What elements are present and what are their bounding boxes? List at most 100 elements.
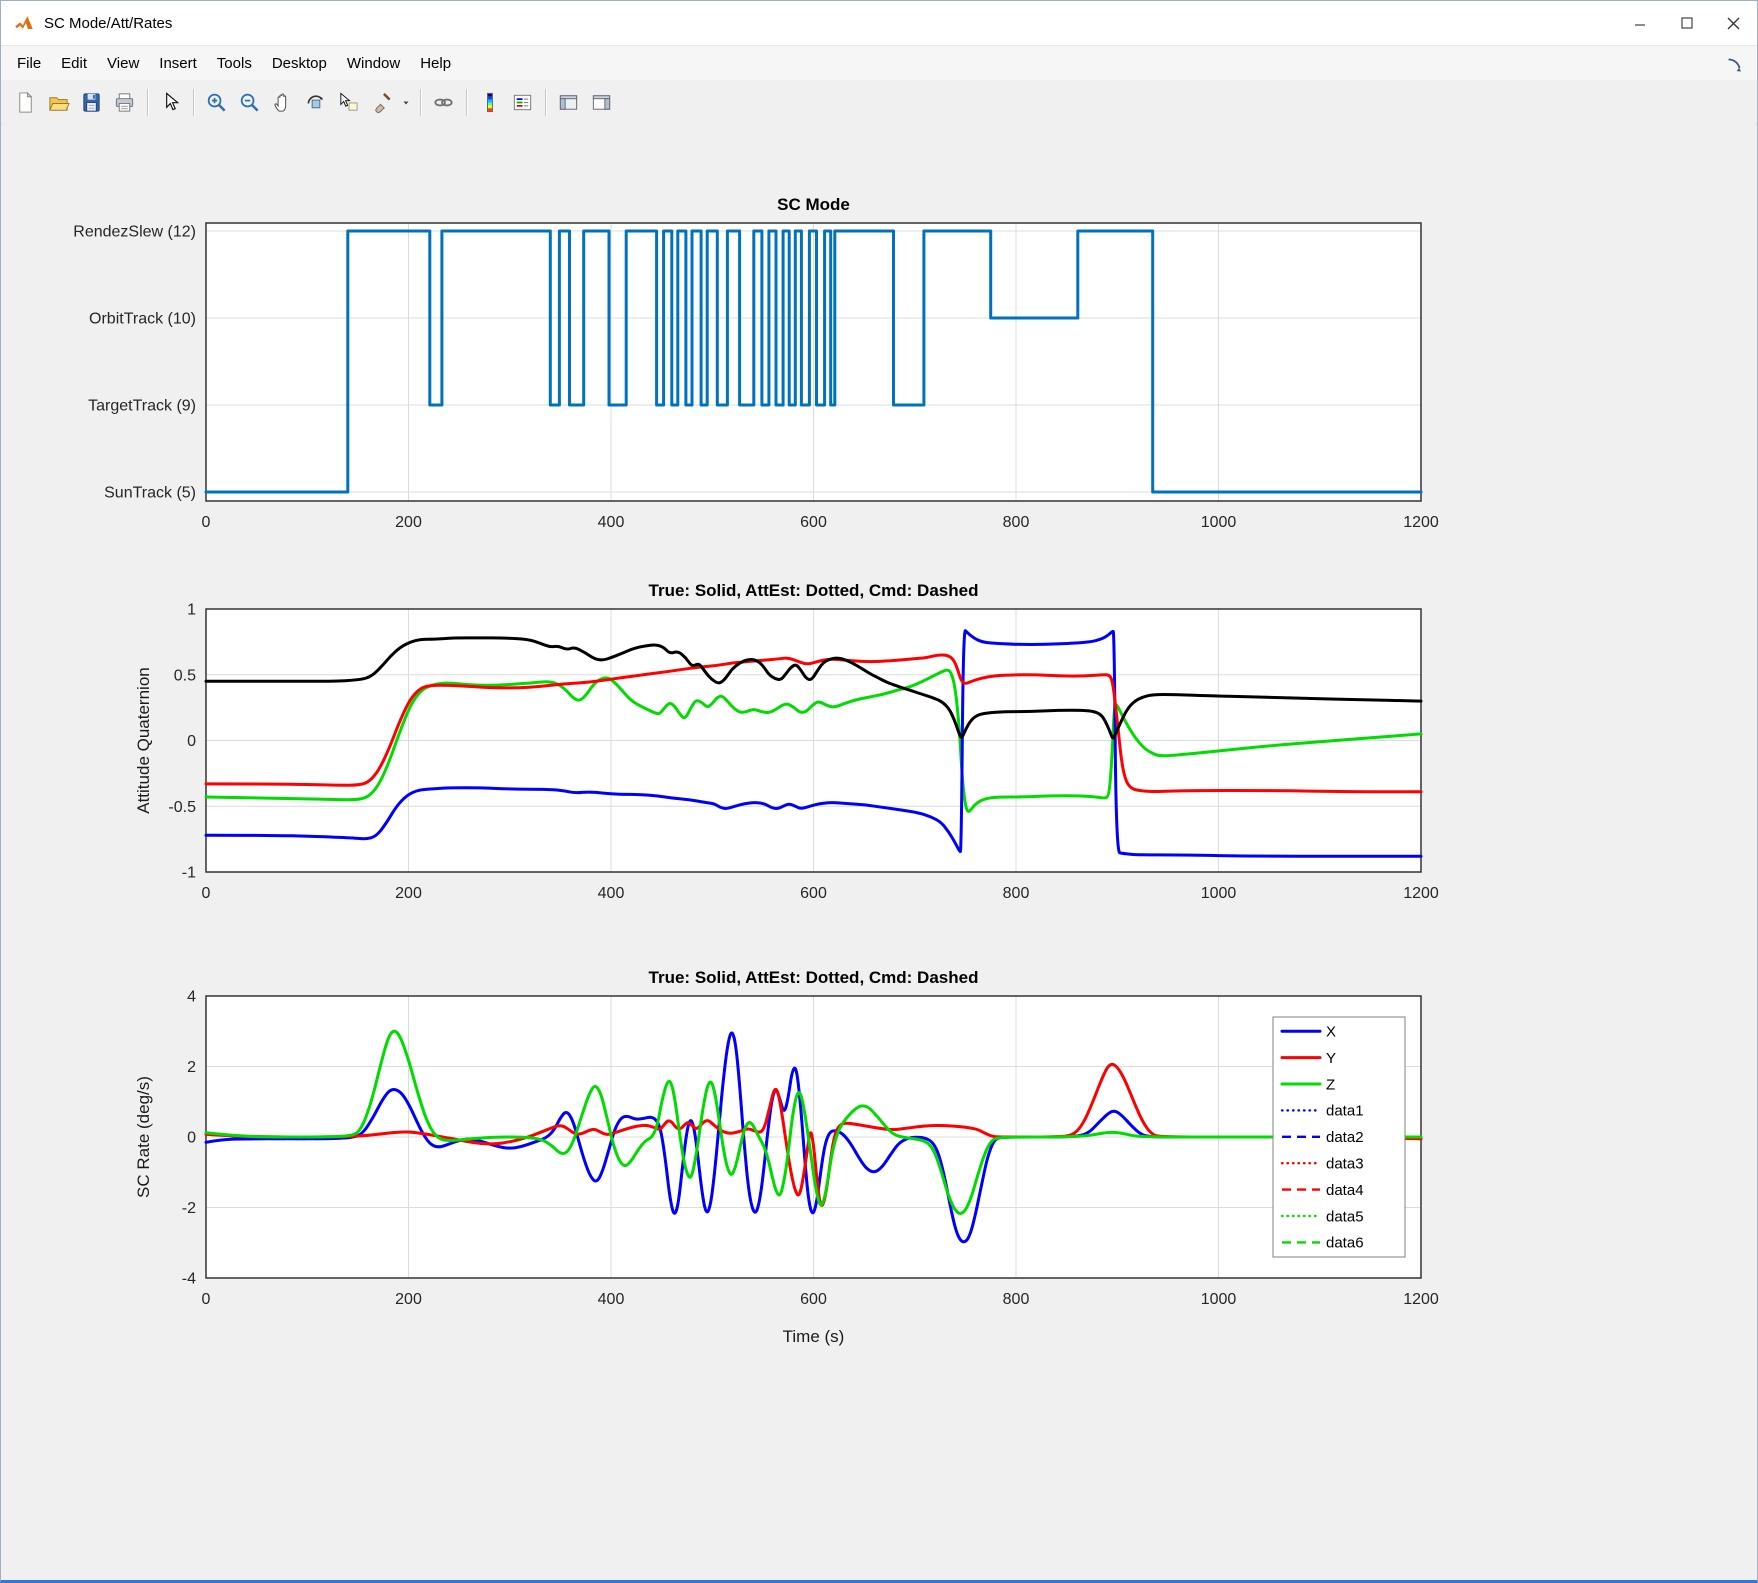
pointer-button[interactable] [154, 86, 187, 119]
zoom-in-button[interactable] [200, 86, 233, 119]
x-tick-label: 600 [800, 885, 827, 902]
minimize-icon [1634, 17, 1646, 29]
sc-mode-chart[interactable]: SC Mode020040060080010001200SunTrack (5)… [1, 186, 1757, 544]
insert-legend-icon [511, 91, 534, 114]
menu-item-desktop[interactable]: Desktop [262, 51, 337, 76]
brush-icon [370, 91, 393, 114]
x-tick-label: 1000 [1201, 514, 1237, 531]
link-plots-button[interactable] [427, 86, 460, 119]
y-tick-label: SunTrack (5) [104, 485, 196, 502]
y-tick-label: RendezSlew (12) [73, 224, 196, 241]
y-tick-label: 1 [187, 602, 196, 619]
dock-figure-icon[interactable] [1725, 56, 1745, 76]
insert-colorbar-button[interactable] [473, 86, 506, 119]
x-tick-label: 600 [800, 514, 827, 531]
rotate-3d-icon [304, 91, 327, 114]
pan-hand-button[interactable] [266, 86, 299, 119]
y-tick-label: 0 [187, 1130, 196, 1147]
chart-title: True: Solid, AttEst: Dotted, Cmd: Dashed [649, 581, 979, 600]
toolbar [1, 80, 1757, 125]
print-icon [113, 91, 136, 114]
show-plot-tools-icon [590, 91, 613, 114]
x-tick-label: 800 [1003, 1291, 1030, 1308]
x-axis-label: Time (s) [783, 1327, 845, 1346]
x-tick-label: 1200 [1403, 885, 1439, 902]
open-file-button[interactable] [42, 86, 75, 119]
hide-plot-tools-button[interactable] [552, 86, 585, 119]
zoom-out-icon [238, 91, 261, 114]
window-controls [1616, 1, 1757, 45]
brush-button[interactable] [365, 86, 398, 119]
maximize-icon [1681, 17, 1693, 29]
open-file-icon [47, 91, 70, 114]
legend-label: data4 [1326, 1182, 1364, 1199]
menu-item-view[interactable]: View [97, 51, 149, 76]
zoom-out-button[interactable] [233, 86, 266, 119]
y-tick-label: 4 [187, 989, 196, 1006]
save-icon [80, 91, 103, 114]
show-plot-tools-button[interactable] [585, 86, 618, 119]
y-tick-label: TargetTrack (9) [88, 398, 196, 415]
print-button[interactable] [108, 86, 141, 119]
x-tick-label: 400 [598, 885, 625, 902]
hide-plot-tools-icon [557, 91, 580, 114]
legend-label: X [1326, 1023, 1336, 1040]
save-button[interactable] [75, 86, 108, 119]
menu-item-window[interactable]: Window [337, 51, 410, 76]
dropdown-arrow-icon [400, 91, 412, 114]
attitude-quaternion-chart[interactable]: True: Solid, AttEst: Dotted, Cmd: Dashed… [1, 571, 1757, 959]
x-tick-label: 0 [202, 885, 211, 902]
legend-label: Z [1326, 1076, 1335, 1093]
legend-label: data6 [1326, 1235, 1364, 1252]
y-axis-label: SC Rate (deg/s) [134, 1076, 153, 1198]
x-tick-label: 0 [202, 1291, 211, 1308]
maximize-button[interactable] [1663, 1, 1710, 45]
y-tick-label: -4 [182, 1271, 196, 1288]
x-tick-label: 400 [598, 514, 625, 531]
insert-colorbar-icon [478, 91, 501, 114]
titlebar: SC Mode/Att/Rates [1, 1, 1757, 46]
x-tick-label: 200 [395, 1291, 422, 1308]
toolbar-separator [545, 89, 546, 116]
rotate-3d-button[interactable] [299, 86, 332, 119]
toolbar-separator [420, 89, 421, 116]
data-cursor-button[interactable] [332, 86, 365, 119]
y-tick-label: 0.5 [174, 667, 196, 684]
link-plots-icon [432, 91, 455, 114]
x-tick-label: 0 [202, 514, 211, 531]
x-tick-label: 800 [1003, 514, 1030, 531]
dropdown-arrow-button[interactable] [398, 86, 414, 119]
insert-legend-button[interactable] [506, 86, 539, 119]
sc-rate-chart[interactable]: True: Solid, AttEst: Dotted, Cmd: Dashed… [1, 959, 1757, 1359]
y-tick-label: OrbitTrack (10) [89, 311, 196, 328]
menu-item-file[interactable]: File [7, 51, 51, 76]
new-document-button[interactable] [9, 86, 42, 119]
y-tick-label: -2 [182, 1200, 196, 1217]
y-axis-label: Attitude Quaternion [134, 667, 153, 813]
matlab-logo-icon [13, 12, 35, 34]
y-tick-label: -1 [182, 865, 196, 882]
legend-label: data3 [1326, 1155, 1364, 1172]
data-cursor-icon [337, 91, 360, 114]
menu-item-edit[interactable]: Edit [51, 51, 97, 76]
toolbar-separator [466, 89, 467, 116]
x-tick-label: 200 [395, 885, 422, 902]
close-icon [1727, 17, 1740, 30]
window-title: SC Mode/Att/Rates [44, 15, 172, 32]
new-document-icon [14, 91, 37, 114]
close-button[interactable] [1710, 1, 1757, 45]
legend-label: data1 [1326, 1103, 1364, 1120]
x-tick-label: 1000 [1201, 885, 1237, 902]
toolbar-separator [147, 89, 148, 116]
menu-item-insert[interactable]: Insert [149, 51, 207, 76]
pan-hand-icon [271, 91, 294, 114]
legend-label: Y [1326, 1050, 1336, 1067]
menubar: FileEditViewInsertToolsDesktopWindowHelp [1, 46, 1757, 80]
x-tick-label: 1000 [1201, 1291, 1237, 1308]
x-tick-label: 400 [598, 1291, 625, 1308]
menu-item-tools[interactable]: Tools [207, 51, 262, 76]
minimize-button[interactable] [1616, 1, 1663, 45]
menu-item-help[interactable]: Help [410, 51, 461, 76]
legend-label: data5 [1326, 1208, 1364, 1225]
y-tick-label: 0 [187, 733, 196, 750]
